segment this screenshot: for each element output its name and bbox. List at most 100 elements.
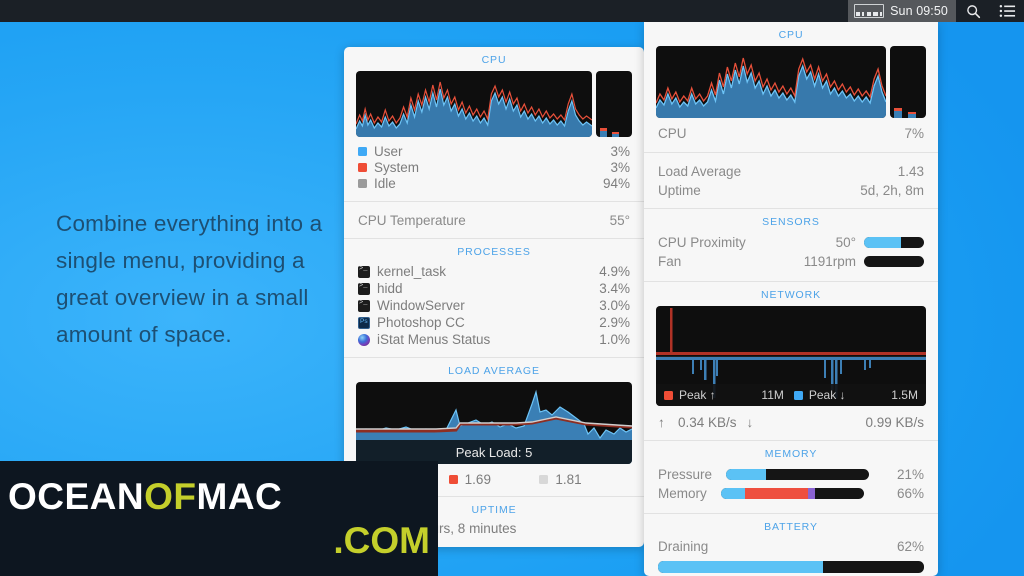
menu-bar: Sun 09:50 — [0, 0, 1024, 22]
section-title-memory: MEMORY — [764, 448, 818, 460]
legend-swatch-idle — [358, 178, 367, 188]
legend-swatch-system — [358, 162, 367, 172]
battery-bar-container — [644, 561, 938, 573]
promo-text: Combine everything into a single menu, p… — [56, 211, 323, 347]
process-name: Photoshop CC — [377, 315, 465, 330]
sensor-bar-fill — [864, 237, 902, 248]
sensor-bar — [864, 256, 924, 267]
download-rate: 0.99 KB/s — [865, 415, 924, 430]
istat-menubar-item[interactable]: Sun 09:50 — [848, 0, 956, 22]
istat-icon — [358, 333, 370, 346]
section-title-cpu: CPU — [481, 54, 507, 66]
cpu-temperature-row: CPU Temperature 55° — [344, 212, 644, 228]
section-title-network: NETWORK — [761, 289, 821, 301]
memory-bar-segment — [807, 488, 816, 499]
battery-status-value: 62% — [896, 538, 924, 554]
section-title-cpu-right: CPU — [778, 29, 804, 41]
mini-cpu-graph-icon — [854, 4, 885, 18]
sensor-value: 50° — [835, 235, 856, 250]
load-swatch-15min — [539, 475, 549, 484]
section-title-processes: PROCESSES — [457, 246, 531, 258]
load-average-row: Load Average 1.43 — [644, 163, 938, 179]
peak-up-label: Peak ↑ — [679, 388, 716, 402]
cpu-graph-container — [344, 71, 644, 137]
cpu-usage-row: CPU 7% — [644, 125, 938, 141]
list-icon[interactable] — [990, 0, 1024, 22]
legend-value-user: 3% — [610, 143, 630, 159]
section-title-battery: BATTERY — [764, 521, 818, 533]
uptime-row: Uptime 5d, 2h, 8m — [644, 182, 938, 198]
network-history-graph: Peak ↑ 11M Peak ↓ 1.5M — [656, 306, 926, 406]
load-value-5min: 1.69 — [464, 472, 491, 487]
load-average-value: 1.43 — [897, 163, 924, 179]
cpu-temperature-value: 55° — [609, 212, 630, 228]
cpu-legend-row: Idle 94% — [344, 175, 644, 191]
battery-bar-fill — [658, 561, 823, 573]
memory-label: Memory — [658, 486, 707, 501]
memory-row-memory: Memory 66% — [644, 484, 938, 503]
process-row[interactable]: iStat Menus Status 1.0% — [344, 331, 644, 348]
process-name: kernel_task — [377, 264, 447, 279]
watermark-line-2: .COM — [333, 519, 430, 561]
search-icon[interactable] — [956, 0, 990, 22]
process-name: WindowServer — [377, 298, 465, 313]
sensor-label: Fan — [658, 254, 682, 269]
terminal-icon — [358, 265, 370, 278]
peak-down-swatch — [793, 390, 803, 400]
watermark-mac: MAC — [196, 475, 283, 517]
memory-bar-segment — [720, 488, 746, 499]
process-row[interactable]: Photoshop CC 2.9% — [344, 314, 644, 331]
legend-swatch-user — [358, 146, 367, 156]
load-value-15min: 1.81 — [555, 472, 582, 487]
watermark-ocean: OCEAN — [8, 475, 145, 517]
photoshop-icon — [358, 316, 370, 329]
network-peak-bar: Peak ↑ 11M Peak ↓ 1.5M — [656, 384, 926, 406]
cpu-history-graph-right — [656, 46, 886, 118]
uptime-value: 5d, 2h, 8m — [860, 182, 924, 198]
load-swatch-5min — [448, 475, 458, 484]
memory-pressure-bar — [726, 469, 870, 480]
peak-up-value: 11M — [761, 388, 784, 402]
memory-row-pressure: Pressure 21% — [644, 465, 938, 484]
sensor-value: 1191rpm — [803, 254, 856, 269]
process-value: 1.0% — [599, 332, 630, 347]
cpu-usage-label: CPU — [658, 125, 687, 141]
process-row[interactable]: WindowServer 3.0% — [344, 297, 644, 314]
legend-label-system: System — [374, 159, 420, 175]
section-title-sensors: SENSORS — [762, 216, 820, 228]
peak-down-value: 1.5M — [891, 388, 918, 402]
watermark-overlay: OCEANOFMAC .COM — [0, 461, 438, 576]
network-graph-container: Peak ↑ 11M Peak ↓ 1.5M — [644, 306, 938, 406]
sensor-row-fan: Fan 1191rpm — [644, 252, 938, 271]
load-average-graph-container[interactable]: Peak Load: 5 — [344, 382, 644, 464]
process-row[interactable]: kernel_task 4.9% — [344, 263, 644, 280]
legend-label-user: User — [374, 143, 403, 159]
load-average-graph[interactable]: Peak Load: 5 — [356, 382, 632, 464]
network-rates-row: ↑ 0.34 KB/s ↓ 0.99 KB/s — [644, 415, 938, 430]
memory-value: 66% — [896, 486, 924, 501]
memory-bar-segment — [726, 469, 767, 480]
cpu-core-graph-right — [890, 46, 926, 118]
cpu-temperature-label: CPU Temperature — [358, 212, 466, 228]
battery-charge-bar — [658, 561, 924, 573]
process-row[interactable]: hidd 3.4% — [344, 280, 644, 297]
uptime-label: Uptime — [658, 182, 701, 198]
download-arrow-icon: ↓ — [746, 415, 754, 430]
battery-status-label: Draining — [658, 538, 709, 554]
terminal-icon — [358, 282, 370, 295]
memory-usage-bar — [720, 488, 864, 499]
battery-status-row: Draining 62% — [644, 538, 938, 554]
watermark-line-1: OCEANOFMAC — [0, 475, 438, 519]
process-value: 2.9% — [599, 315, 630, 330]
peak-down-label: Peak ↓ — [808, 388, 846, 402]
upload-rate: 0.34 KB/s — [678, 415, 737, 430]
load-average-label: Load Average — [658, 163, 742, 179]
menubar-clock[interactable]: Sun 09:50 — [890, 4, 948, 18]
memory-value: 21% — [896, 467, 924, 482]
process-value: 3.0% — [599, 298, 630, 313]
watermark-of: OF — [144, 475, 197, 517]
memory-bar-segment — [745, 488, 808, 499]
cpu-legend-row: User 3% — [344, 143, 644, 159]
process-name: hidd — [377, 281, 403, 296]
sensor-bar — [864, 237, 924, 248]
